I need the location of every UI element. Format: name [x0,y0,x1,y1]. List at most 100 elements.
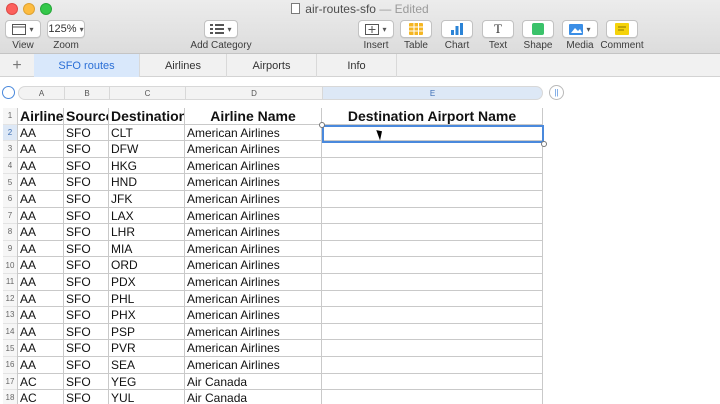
table-cell[interactable] [322,224,543,241]
table-cell[interactable]: AA [18,340,64,357]
table-cell[interactable]: SFO [64,157,109,175]
table-cell[interactable]: American Airlines [185,340,322,357]
table-cell[interactable]: AA [18,157,64,175]
table-cell[interactable]: SFO [64,224,109,241]
table-cell[interactable]: SFO [64,323,109,341]
row-header[interactable]: 6 [3,191,17,208]
table-cell[interactable] [322,124,543,142]
row-header[interactable]: 12 [3,290,17,308]
table-cell[interactable]: AA [18,240,64,258]
table-cell[interactable]: SFO [64,357,109,374]
table-cell[interactable]: PSP [109,323,185,341]
table-cell[interactable]: American Airlines [185,141,322,158]
table-cell[interactable] [322,257,543,274]
table-cell[interactable]: American Airlines [185,191,322,208]
column-header-d[interactable]: D [185,86,322,100]
row-header[interactable]: 13 [3,307,17,324]
table-cell[interactable]: JFK [109,191,185,208]
table-cell[interactable] [322,141,543,158]
table-cell[interactable]: SFO [64,174,109,191]
row-header[interactable]: 8 [3,224,17,241]
zoom-select[interactable]: 125% ▾ [47,20,85,38]
table-cell[interactable]: LAX [109,207,185,225]
column-header-b[interactable]: B [64,86,109,100]
table-cell[interactable]: AA [18,274,64,291]
table-cell[interactable]: ORD [109,257,185,274]
table-cell[interactable] [322,157,543,175]
table-cell[interactable]: SFO [64,340,109,357]
table-cell[interactable]: HND [109,174,185,191]
table-cell[interactable] [322,323,543,341]
table-cell[interactable] [322,357,543,374]
table-cell[interactable]: AA [18,141,64,158]
table-cell[interactable]: SFO [64,141,109,158]
tab-sfo-routes[interactable]: SFO routes [34,54,140,77]
table-cell[interactable]: SFO [64,274,109,291]
table-cell[interactable]: SFO [64,240,109,258]
column-header-c[interactable]: C [109,86,185,100]
column-header-e[interactable]: E [322,86,543,100]
table-cell[interactable]: American Airlines [185,157,322,175]
table-cell[interactable] [322,290,543,308]
table-cell[interactable] [322,274,543,291]
row-header[interactable]: 1 [3,108,17,125]
table-cell[interactable]: SEA [109,357,185,374]
table-cell[interactable]: American Airlines [185,240,322,258]
table-cell[interactable]: MIA [109,240,185,258]
table-cell[interactable]: AA [18,307,64,324]
comment-button[interactable] [606,20,638,38]
table-cell[interactable]: American Airlines [185,174,322,191]
table-cell[interactable]: SFO [64,124,109,142]
add-category-button[interactable]: ▾ [204,20,238,38]
row-header[interactable]: 10 [3,257,17,274]
table-cell[interactable]: American Airlines [185,207,322,225]
table-cell[interactable] [322,191,543,208]
table-cell[interactable]: American Airlines [185,357,322,374]
table-cell[interactable] [322,340,543,357]
table-cell[interactable]: American Airlines [185,290,322,308]
column-resize-handle[interactable]: || [549,85,564,100]
table-cell[interactable]: American Airlines [185,257,322,274]
row-header[interactable]: 14 [3,323,17,341]
table-cell[interactable]: AA [18,174,64,191]
table-cell[interactable] [322,207,543,225]
row-header[interactable]: 16 [3,357,17,374]
selection-handle[interactable] [319,122,325,128]
column-header-a[interactable]: A [18,86,64,100]
table-cell[interactable]: YEG [109,373,185,391]
table-cell[interactable]: AC [18,373,64,391]
row-header[interactable]: 3 [3,141,17,158]
table-cell[interactable]: AA [18,323,64,341]
table-cell[interactable]: LHR [109,224,185,241]
row-header[interactable]: 17 [3,373,17,391]
header-cell[interactable]: Airline [18,108,64,125]
header-cell[interactable]: Destination Airport Name [322,108,543,125]
table-cell[interactable]: American Airlines [185,224,322,241]
tab-airlines[interactable]: Airlines [140,54,227,77]
table-cell[interactable]: AA [18,357,64,374]
table-cell[interactable]: SFO [64,390,109,404]
row-header[interactable]: 4 [3,157,17,175]
header-cell[interactable]: Source [64,108,109,125]
table-cell[interactable]: HKG [109,157,185,175]
row-header[interactable]: 11 [3,274,17,291]
table-cell[interactable]: AA [18,257,64,274]
table-button[interactable] [400,20,432,38]
table-cell[interactable]: AA [18,290,64,308]
add-sheet-button[interactable]: + [0,54,34,77]
shape-button[interactable] [522,20,554,38]
table-cell[interactable]: SFO [64,257,109,274]
insert-button[interactable]: ▾ [358,20,394,38]
table-cell[interactable]: YUL [109,390,185,404]
table-cell[interactable]: PDX [109,274,185,291]
table-cell[interactable] [322,174,543,191]
table-cell[interactable]: AC [18,390,64,404]
media-button[interactable]: ▾ [562,20,598,38]
header-cell[interactable]: Airline Name [185,108,322,125]
table-cell[interactable]: SFO [64,207,109,225]
table-cell[interactable] [322,307,543,324]
table-cell[interactable]: SFO [64,290,109,308]
table-cell[interactable]: SFO [64,373,109,391]
table-cell[interactable]: American Airlines [185,274,322,291]
table-cell[interactable]: SFO [64,191,109,208]
